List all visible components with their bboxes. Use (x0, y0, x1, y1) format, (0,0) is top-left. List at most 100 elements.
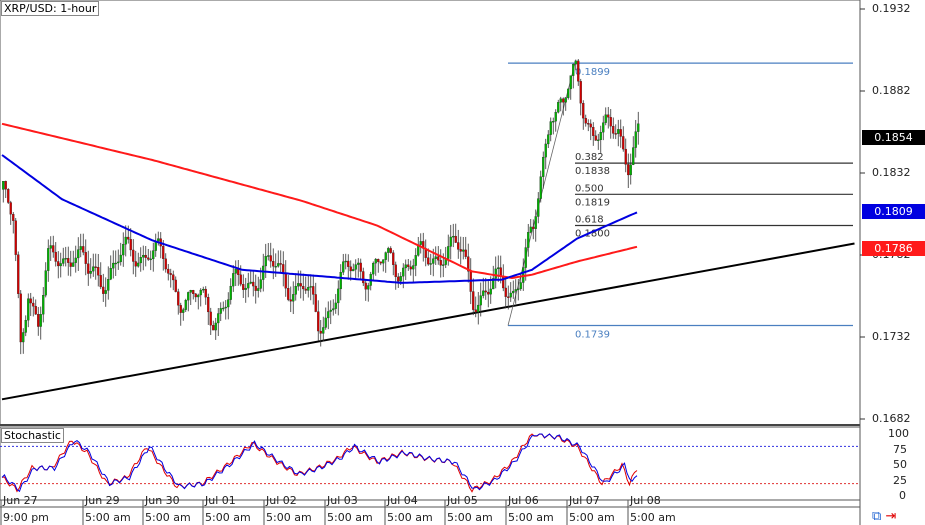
candle-body (574, 60, 577, 65)
candle-body (302, 286, 305, 290)
candle-body (479, 295, 482, 306)
candle-body (52, 245, 55, 253)
candle-body (362, 271, 365, 284)
candle-body (47, 248, 50, 271)
candle-body (117, 261, 120, 264)
candle-body (199, 289, 202, 296)
candle-body (54, 251, 57, 262)
candle-body (252, 281, 255, 287)
candle-body (454, 235, 457, 243)
candle-body (439, 260, 442, 266)
candle-body (74, 257, 77, 263)
candle-body (334, 302, 337, 309)
candle-body (549, 121, 552, 135)
candle-body (189, 290, 192, 293)
candle-body (59, 263, 62, 267)
candle-body (542, 156, 545, 177)
candle-body (7, 189, 10, 203)
candle-body (547, 134, 550, 145)
stochastic-axis-label: 100 (888, 427, 909, 440)
candle-body (482, 290, 485, 296)
date-label: Jun 30 (145, 494, 180, 507)
date-label: Jul 04 (387, 494, 418, 507)
candle-body (512, 290, 515, 294)
candle-body (102, 286, 105, 294)
current-value-badge: 0.1854 (862, 129, 925, 145)
date-label: Jul 07 (569, 494, 600, 507)
candle-body (182, 309, 185, 313)
fib-price-label: 0.1899 (575, 67, 610, 78)
fib-price-label: 0.1838 (575, 166, 610, 177)
candle-body (164, 258, 167, 270)
candle-body (382, 259, 385, 264)
candle-body (239, 274, 242, 285)
candle-body (269, 255, 272, 262)
candle-body (127, 236, 130, 240)
candle-body (204, 288, 207, 298)
candle-body (617, 129, 620, 134)
candle-body (594, 135, 597, 141)
candle-body (254, 285, 257, 291)
candle-body (69, 262, 72, 267)
candle-body (409, 266, 412, 270)
candle-body (324, 317, 327, 328)
candle-body (137, 262, 140, 267)
fib-price-label: 0.1819 (575, 197, 610, 208)
candle-body (129, 239, 132, 251)
candle-body (259, 279, 262, 289)
candle-body (262, 265, 265, 280)
candle-body (392, 252, 395, 265)
candle-body (19, 293, 22, 343)
candle-body (587, 123, 590, 125)
candle-body (394, 264, 397, 278)
candle-body (537, 198, 540, 217)
candle-body (604, 114, 607, 123)
candle-body (162, 245, 165, 259)
date-label: Jul 06 (508, 494, 539, 507)
candle-body (509, 292, 512, 298)
candle-body (339, 272, 342, 290)
candle-body (389, 248, 392, 253)
candle-body (237, 268, 240, 275)
candle-body (404, 264, 407, 269)
time-label: 9:00 pm (3, 511, 49, 524)
time-label: 5:00 am (447, 511, 493, 524)
candle-body (569, 75, 572, 90)
candle-body (29, 298, 32, 304)
candle-body (437, 256, 440, 261)
candle-body (494, 268, 497, 279)
candle-body (612, 126, 615, 134)
candle-body (352, 269, 355, 272)
candle-body (332, 308, 335, 311)
candle-body (634, 131, 637, 148)
candle-body (114, 262, 117, 265)
candle-body (387, 248, 390, 253)
fib-ratio-label: 0.500 (575, 183, 604, 194)
candle-body (449, 236, 452, 247)
candle-body (257, 288, 260, 291)
candle-body (284, 273, 287, 289)
candle-body (599, 132, 602, 141)
candle-body (197, 294, 200, 298)
candle-body (347, 260, 350, 267)
candle-body (354, 264, 357, 270)
candle-body (344, 260, 347, 263)
stochastic-axis-label: 75 (893, 442, 907, 456)
candle-body (17, 254, 20, 294)
candle-body (64, 258, 67, 260)
candle-body (247, 283, 250, 289)
candle-body (552, 121, 555, 123)
candle-body (242, 284, 245, 290)
candle-body (377, 258, 380, 262)
candle-body (222, 307, 225, 310)
scroll-to-end-icon[interactable]: ⇥ (885, 509, 896, 524)
candle-body (447, 246, 450, 259)
link-icon[interactable]: ⧉ (872, 509, 881, 524)
candle-body (37, 314, 40, 327)
candle-body (299, 283, 302, 287)
candle-body (227, 299, 230, 308)
stochastic-signal-line (1, 433, 638, 493)
candle-body (279, 263, 282, 265)
price-axis-label: 0.1932 (872, 2, 911, 15)
candle-body (419, 241, 422, 245)
